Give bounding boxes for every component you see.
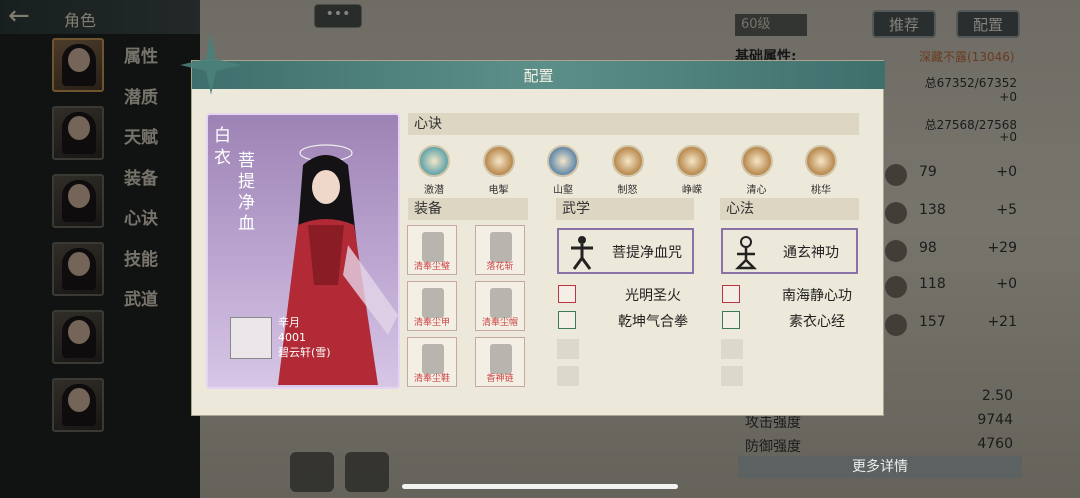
xinfa-sub-skill[interactable]: 素衣心经 — [722, 311, 872, 331]
xinjue-label: 电掣 — [488, 185, 509, 196]
xinjue-label: 山壑 — [553, 185, 573, 196]
meditation-figure-icon — [734, 236, 758, 270]
xinjue-icon — [740, 145, 773, 177]
card-school: 白衣 — [214, 126, 231, 168]
equipment-item-icon — [422, 344, 444, 374]
equipment-label: 清奉尘鞋 — [413, 374, 450, 384]
equipment-label: 香神链 — [486, 374, 514, 384]
owner-info: 辛月 4001 碧云轩(雪) — [278, 315, 331, 360]
config-modal: 配置 白衣 菩提净血 辛月 4001 碧云轩(雪) 心诀 激潜 电掣 山壑 制怒 峥嵘清… — [180, 33, 885, 416]
wuxue-main-skill[interactable]: 菩提净血咒 — [557, 228, 694, 274]
skill-label: 通玄神功 — [783, 245, 839, 261]
equipment-item-icon — [422, 232, 444, 262]
xinjue-item[interactable]: 制怒 — [606, 145, 650, 196]
xinjue-icon — [482, 145, 515, 177]
skill-slot-icon — [558, 285, 576, 303]
equipment-label: 清奉尘甲 — [413, 318, 450, 328]
skill-label: 菩提净血咒 — [612, 245, 682, 261]
wuxue-sub-skill[interactable]: 乾坤气合拳 — [558, 311, 708, 331]
empty-skill-slot[interactable] — [557, 366, 579, 386]
xinjue-label: 桃华 — [811, 185, 831, 196]
more-details-button[interactable]: 更多详情 — [738, 456, 1022, 478]
xinfa-main-skill[interactable]: 通玄神功 — [721, 228, 858, 274]
skill-label: 光明圣火 — [625, 288, 681, 304]
equipment-slot[interactable]: 香神链 — [475, 337, 525, 387]
empty-skill-slot[interactable] — [721, 366, 743, 386]
empty-skill-slot[interactable] — [721, 339, 743, 359]
equipment-slot[interactable]: 清奉尘帽 — [475, 281, 525, 331]
equipment-slot[interactable]: 落花斩 — [475, 225, 525, 275]
xinjue-icon — [676, 145, 708, 177]
modal-header: 配置 — [192, 61, 885, 89]
xinjue-icon — [611, 145, 644, 177]
owner-id: 4001 — [278, 331, 306, 344]
wuxue-header: 武学 — [556, 198, 694, 220]
modal-title: 配置 — [523, 67, 554, 85]
equipment-label: 落花斩 — [486, 262, 514, 272]
xinjue-label: 制怒 — [617, 185, 638, 196]
equipment-label: 清奉尘帽 — [481, 318, 518, 328]
home-indicator — [402, 484, 678, 489]
character-card: 白衣 菩提净血 辛月 4001 碧云轩(雪) — [206, 113, 400, 389]
xinjue-item[interactable]: 山壑 — [541, 145, 585, 196]
xinjue-label: 清心 — [746, 185, 767, 196]
equipment-item-icon — [422, 288, 444, 318]
xinjue-item[interactable]: 清心 — [735, 145, 779, 196]
equipment-slot[interactable]: 清奉尘鞋 — [407, 337, 457, 387]
skill-slot-icon — [722, 285, 740, 303]
xinjue-label: 激潜 — [424, 185, 444, 196]
xinjue-item[interactable]: 激潜 — [412, 145, 456, 196]
skill-label: 素衣心经 — [789, 314, 845, 330]
owner-avatar — [230, 317, 272, 359]
skill-slot-icon — [722, 311, 740, 329]
equipment-slot[interactable]: 清奉尘璧 — [407, 225, 457, 275]
xinjue-item[interactable]: 电掣 — [477, 145, 521, 196]
xinjue-item[interactable]: 桃华 — [799, 145, 843, 196]
xinfa-header: 心法 — [720, 198, 859, 220]
xinjue-label: 峥嵘 — [682, 185, 702, 196]
skill-slot-icon — [558, 311, 576, 329]
xinjue-item[interactable]: 峥嵘 — [670, 145, 714, 196]
skill-label: 南海静心功 — [782, 288, 852, 304]
equipment-header: 装备 — [408, 198, 528, 220]
ornament-icon — [180, 33, 242, 95]
empty-skill-slot[interactable] — [557, 339, 579, 359]
equipment-slot[interactable]: 清奉尘甲 — [407, 281, 457, 331]
wuxue-sub-skill[interactable]: 光明圣火 — [558, 285, 708, 305]
xinjue-icon — [418, 145, 450, 177]
xinjue-icon — [805, 145, 837, 177]
equipment-label: 清奉尘璧 — [413, 262, 450, 272]
owner-name: 辛月 — [278, 316, 300, 329]
equipment-item-icon — [490, 232, 512, 262]
equipment-item-icon — [490, 288, 512, 318]
equipment-item-icon — [490, 344, 512, 374]
skill-label: 乾坤气合拳 — [618, 314, 688, 330]
owner-server: 碧云轩(雪) — [278, 346, 331, 359]
xinjue-icon — [547, 145, 579, 177]
xinfa-sub-skill[interactable]: 南海静心功 — [722, 285, 872, 305]
xinjue-header: 心诀 — [408, 113, 859, 135]
card-name: 菩提净血 — [238, 151, 255, 234]
martial-figure-icon — [571, 236, 593, 270]
